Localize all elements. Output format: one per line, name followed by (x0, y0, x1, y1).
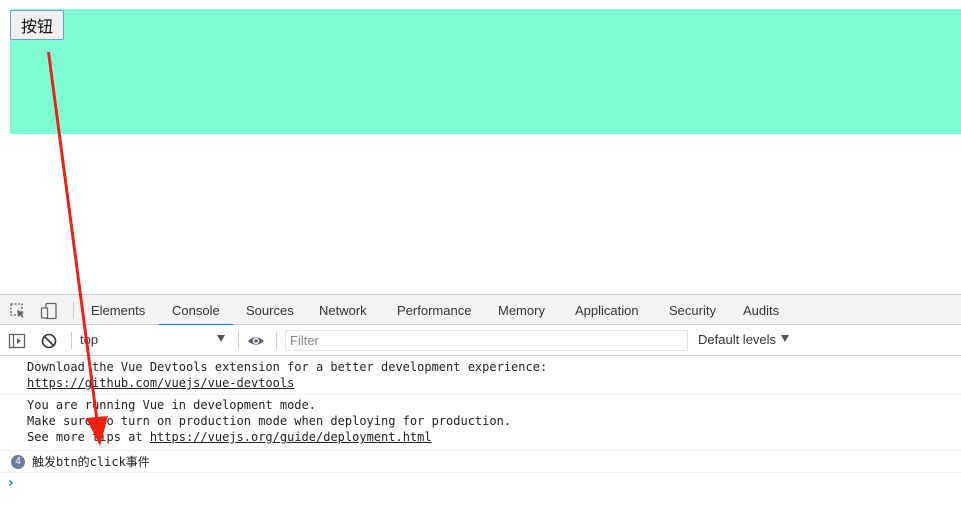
console-toolbar: top Default levels (0, 325, 961, 356)
tab-elements[interactable]: Elements (78, 295, 158, 324)
chevron-down-icon (217, 335, 225, 342)
tab-security[interactable]: Security (656, 295, 729, 324)
console-prompt-icon[interactable]: › (8, 476, 18, 490)
message-text: You are running Vue in development mode. (27, 398, 316, 412)
filter-input[interactable] (285, 330, 688, 351)
repeat-count-badge: 4 (11, 455, 25, 469)
tab-performance[interactable]: Performance (384, 295, 484, 324)
console-output: Download the Vue Devtools extension for … (0, 356, 961, 528)
sidebar-toggle-icon[interactable] (8, 332, 26, 350)
log-levels-dropdown[interactable]: Default levels (698, 331, 790, 349)
caret-down-icon (781, 335, 790, 342)
tab-network[interactable]: Network (306, 295, 380, 324)
tab-memory[interactable]: Memory (485, 295, 558, 324)
vue-devtools-link[interactable]: https://github.com/vuejs/vue-devtools (27, 376, 294, 390)
inspect-element-icon[interactable] (9, 302, 27, 320)
log-levels-label: Default levels (698, 332, 777, 347)
toolbar-separator (238, 332, 239, 349)
log-text: 触发btn的click事件 (32, 455, 150, 469)
live-expression-eye-icon[interactable] (247, 332, 265, 350)
tab-separator (73, 302, 74, 319)
console-log-entry: 4 触发btn的click事件 (0, 452, 961, 473)
message-text: Download the Vue Devtools extension for … (27, 360, 548, 374)
device-toolbar-icon[interactable] (40, 302, 58, 320)
tab-sources[interactable]: Sources (233, 295, 307, 324)
tab-audits[interactable]: Audits (730, 295, 792, 324)
devtools-panel: Elements Console Sources Network Perform… (0, 294, 961, 528)
message-text: Make sure to turn on production mode whe… (27, 414, 512, 428)
context-selector[interactable]: top (80, 331, 230, 349)
devtools-tab-bar: Elements Console Sources Network Perform… (0, 294, 961, 326)
aqua-container (10, 9, 961, 134)
toolbar-separator (276, 332, 277, 349)
console-message: You are running Vue in development mode.… (0, 397, 961, 451)
deployment-guide-link[interactable]: https://vuejs.org/guide/deployment.html (150, 430, 432, 444)
toolbar-separator (71, 332, 72, 349)
tab-application[interactable]: Application (562, 295, 652, 324)
message-text: See more tips at (27, 430, 150, 444)
console-message: Download the Vue Devtools extension for … (0, 359, 961, 395)
page-viewport: 按钮 (0, 0, 961, 294)
demo-button[interactable]: 按钮 (10, 10, 64, 40)
clear-console-icon[interactable] (40, 332, 58, 350)
tab-console[interactable]: Console (159, 295, 233, 326)
